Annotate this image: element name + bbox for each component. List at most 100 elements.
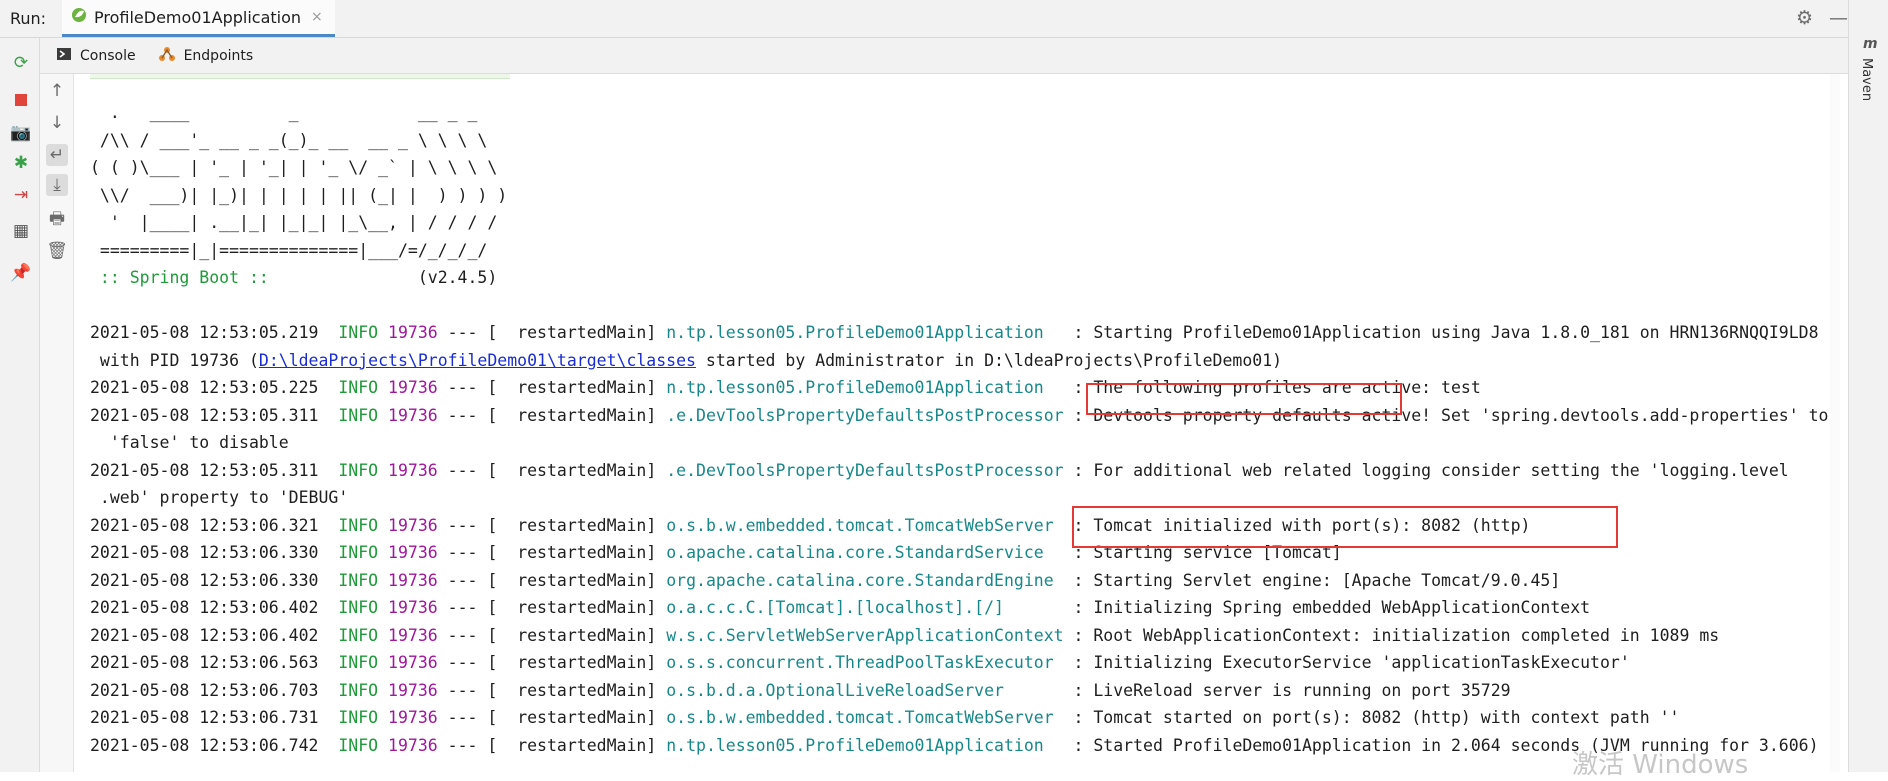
log-line: 2021-05-08 12:53:05.225 INFO 19736 --- [… xyxy=(90,374,1840,402)
camera-icon[interactable]: 📷 xyxy=(10,122,32,144)
spring-leaf-icon xyxy=(70,6,88,28)
log-logger: w.s.c.ServletWebServerApplicationContext xyxy=(666,625,1064,645)
banner-line: ( ( )\___ | '_ | '_| | '_ \/ _` | \ \ \ … xyxy=(90,158,498,177)
log-level: INFO xyxy=(338,570,379,590)
run-label: Run: xyxy=(10,9,47,28)
log-thread: --- [ restartedMain] xyxy=(437,598,667,617)
exit-icon[interactable]: ⇥ xyxy=(10,184,32,206)
log-message: : LiveReload server is running on port 3… xyxy=(1063,680,1511,700)
log-pid: 19736 xyxy=(388,735,438,755)
log-timestamp: 2021-05-08 12:53:06.703 xyxy=(90,680,319,700)
log-line: 2021-05-08 12:53:05.311 INFO 19736 --- [… xyxy=(90,402,1840,430)
log-line: 2021-05-08 12:53:06.402 INFO 19736 --- [… xyxy=(90,594,1840,622)
console-output[interactable]: . ____ _ __ _ _ /\\ / ___'_ __ _ _(_)_ _… xyxy=(90,74,1840,772)
log-pid: 19736 xyxy=(388,515,438,535)
log-continuation: with PID 19736 ( xyxy=(90,350,259,370)
log-pid: 19736 xyxy=(388,323,438,342)
rerun-icon[interactable]: ⟳ xyxy=(10,52,32,74)
log-line: 2021-05-08 12:53:06.402 INFO 19736 --- [… xyxy=(90,622,1840,650)
run-tab-profiledemo[interactable]: ProfileDemo01Application × xyxy=(62,0,335,37)
log-timestamp: 2021-05-08 12:53:06.321 xyxy=(90,515,319,535)
log-logger: o.s.s.concurrent.ThreadPoolTaskExecutor xyxy=(666,653,1064,672)
log-continuation-tail: started by Administrator in D:\ldeaProje… xyxy=(695,350,1283,370)
endpoints-icon xyxy=(158,46,176,66)
soft-wrap-icon[interactable]: ↵ xyxy=(46,144,68,166)
log-timestamp: 2021-05-08 12:53:06.402 xyxy=(90,625,319,645)
log-level: INFO xyxy=(338,323,379,342)
log-line: 2021-05-08 12:53:06.330 INFO 19736 --- [… xyxy=(90,567,1840,595)
pin-icon[interactable]: 📌 xyxy=(10,262,32,284)
log-message: : Starting ProfileDemo01Application usin… xyxy=(1063,323,1819,342)
maven-tab-label[interactable]: Maven xyxy=(1859,58,1874,101)
log-line: 2021-05-08 12:53:06.731 INFO 19736 --- [… xyxy=(90,704,1840,732)
log-message: : Initializing Spring embedded WebApplic… xyxy=(1063,598,1591,617)
log-level: INFO xyxy=(338,735,379,755)
spring-boot-label: :: Spring Boot :: xyxy=(90,268,279,287)
maven-icon[interactable]: m xyxy=(1863,36,1878,52)
log-thread: --- [ restartedMain] xyxy=(437,378,667,397)
run-tab-label: ProfileDemo01Application xyxy=(94,7,302,27)
log-line: 2021-05-08 12:53:06.703 INFO 19736 --- [… xyxy=(90,677,1840,705)
spring-boot-version: (v2.4.5) xyxy=(278,268,498,287)
log-line: 'false' to disable xyxy=(90,429,1840,457)
log-timestamp: 2021-05-08 12:53:06.402 xyxy=(90,598,319,617)
trash-icon[interactable]: 🗑 xyxy=(46,240,68,262)
log-thread: --- [ restartedMain] xyxy=(437,625,667,645)
debug-icon[interactable]: ✱ xyxy=(10,152,32,174)
spring-banner: . ____ _ __ _ _ /\\ / ___'_ __ _ _(_)_ _… xyxy=(90,99,1840,264)
log-thread: --- [ restartedMain] xyxy=(437,515,667,535)
log-pid: 19736 xyxy=(388,625,438,645)
banner-line: /\\ / ___'_ __ _ _(_)_ __ __ _ \ \ \ \ xyxy=(90,130,488,150)
log-pid: 19736 xyxy=(388,543,438,562)
run-toolbar: Run: ProfileDemo01Application × ⚙ — xyxy=(0,0,1888,38)
log-message: : Starting Servlet engine: [Apache Tomca… xyxy=(1063,570,1561,590)
console-tabs: Console Endpoints xyxy=(40,38,1848,74)
gear-icon[interactable]: ⚙ xyxy=(1796,7,1813,29)
log-thread: --- [ restartedMain] xyxy=(437,708,667,727)
log-logger: n.tp.lesson05.ProfileDemo01Application xyxy=(666,378,1064,397)
scroll-to-end-icon[interactable]: ⤓ xyxy=(46,174,68,196)
tab-endpoints-label: Endpoints xyxy=(183,47,254,64)
log-level: INFO xyxy=(338,598,379,617)
log-logger: n.tp.lesson05.ProfileDemo01Application xyxy=(666,323,1064,342)
right-tool-strip: m Maven xyxy=(1848,0,1888,772)
layout-icon[interactable]: ▦ xyxy=(10,220,32,242)
spring-boot-version-line: :: Spring Boot :: (v2.4.5) xyxy=(90,264,1840,292)
arrow-up-icon[interactable]: ↑ xyxy=(46,80,68,102)
arrow-down-icon[interactable]: ↓ xyxy=(46,112,68,134)
tab-console[interactable]: Console xyxy=(56,46,136,66)
previous-output-line xyxy=(90,74,510,79)
log-timestamp: 2021-05-08 12:53:06.742 xyxy=(90,735,319,755)
log-thread: --- [ restartedMain] xyxy=(437,460,667,480)
log-timestamp: 2021-05-08 12:53:05.311 xyxy=(90,405,319,425)
classpath-link[interactable]: D:\ldeaProjects\ProfileDemo01\target\cla… xyxy=(259,351,696,370)
banner-line: ' |____| .__|_| |_|_| |_\__, | / / / / xyxy=(90,213,498,232)
log-pid: 19736 xyxy=(388,653,438,672)
log-level: INFO xyxy=(338,515,379,535)
print-icon[interactable]: 🖶 xyxy=(46,208,68,230)
log-timestamp: 2021-05-08 12:53:06.330 xyxy=(90,543,319,562)
close-icon[interactable]: × xyxy=(311,9,323,25)
log-thread: --- [ restartedMain] xyxy=(437,680,667,700)
log-logger: o.s.b.w.embedded.tomcat.TomcatWebServer xyxy=(666,708,1064,727)
banner-line: . ____ _ __ _ _ xyxy=(90,103,478,122)
stop-icon[interactable] xyxy=(10,92,32,114)
tab-console-label: Console xyxy=(80,47,136,64)
log-line: with PID 19736 (D:\ldeaProjects\ProfileD… xyxy=(90,347,1840,375)
log-level: INFO xyxy=(338,378,379,397)
minimize-icon[interactable]: — xyxy=(1829,7,1848,29)
log-pid: 19736 xyxy=(388,680,438,700)
windows-activation-watermark: 激活 Windows xyxy=(1572,750,1749,780)
log-logger: .e.DevToolsPropertyDefaultsPostProcessor xyxy=(666,460,1064,480)
log-line: 2021-05-08 12:53:06.563 INFO 19736 --- [… xyxy=(90,649,1840,677)
console-icon xyxy=(56,46,72,66)
log-pid: 19736 xyxy=(388,598,438,617)
log-message: : Initializing ExecutorService 'applicat… xyxy=(1063,653,1630,672)
log-timestamp: 2021-05-08 12:53:06.330 xyxy=(90,570,319,590)
tab-endpoints[interactable]: Endpoints xyxy=(158,46,254,66)
log-pid: 19736 xyxy=(388,570,438,590)
log-logger: .e.DevToolsPropertyDefaultsPostProcessor xyxy=(666,405,1064,425)
highlight-tomcat-port xyxy=(1072,506,1618,548)
log-logger: o.s.b.w.embedded.tomcat.TomcatWebServer xyxy=(666,515,1064,535)
log-level: INFO xyxy=(338,680,379,700)
